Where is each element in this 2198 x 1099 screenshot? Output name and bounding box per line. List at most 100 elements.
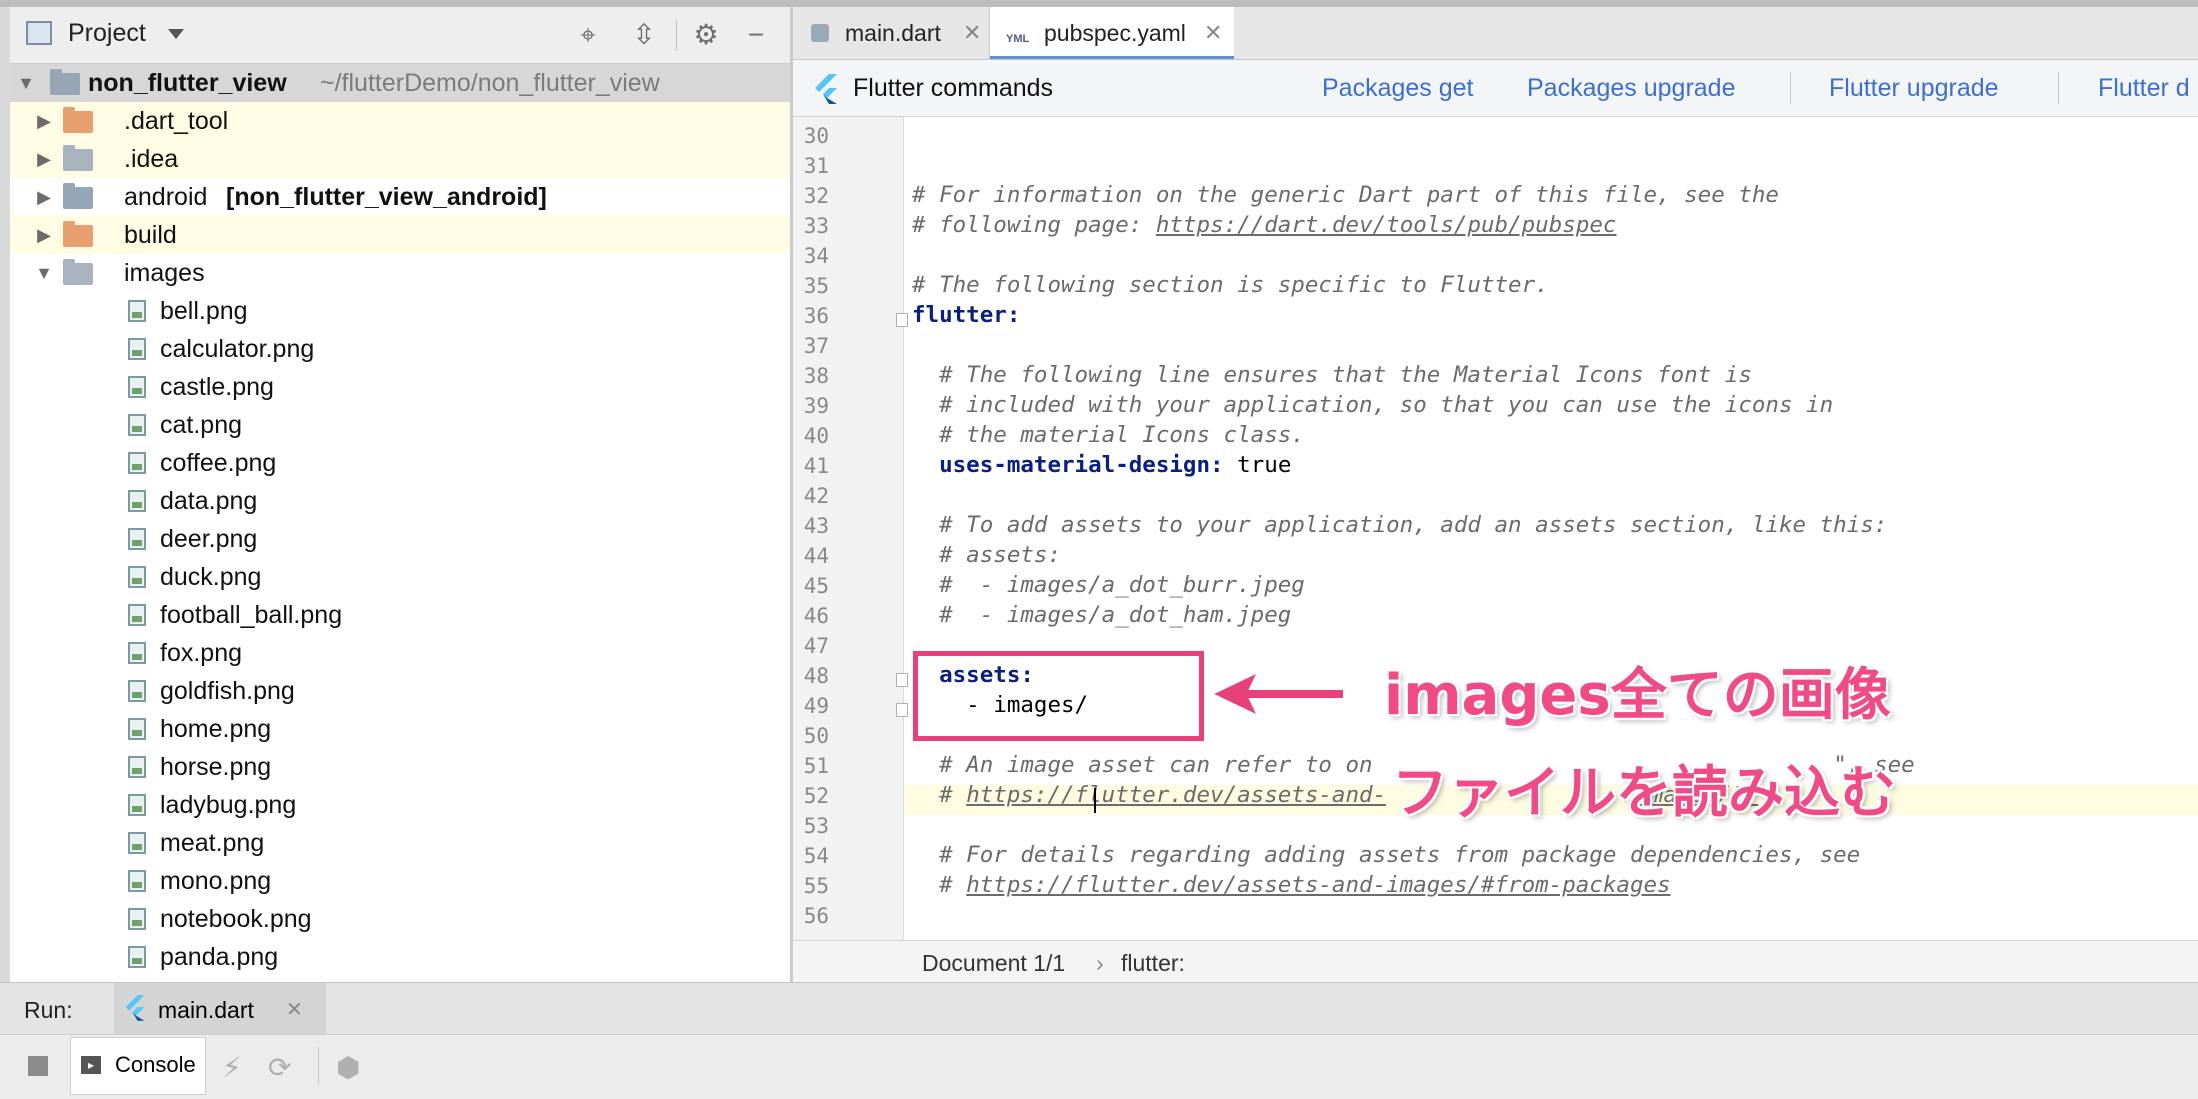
flutter-upgrade-link[interactable]: Flutter upgrade	[1829, 74, 1999, 103]
tree-item-file[interactable]: calculator.png	[10, 330, 790, 368]
line-number: 47	[803, 634, 829, 658]
packages-upgrade-link[interactable]: Packages upgrade	[1527, 74, 1735, 103]
tree-item-file[interactable]: bell.png	[10, 292, 790, 330]
image-file-icon	[128, 794, 146, 816]
settings-folder-icon	[63, 145, 93, 171]
tree-item-file[interactable]: castle.png	[10, 368, 790, 406]
left-tool-strip	[0, 7, 10, 982]
tree-item-label: build	[124, 221, 177, 249]
fold-marker-icon[interactable]	[896, 313, 908, 327]
image-file-icon	[128, 300, 146, 322]
image-file-icon	[128, 642, 146, 664]
tree-item-android[interactable]: ▶ android [non_flutter_view_android]	[10, 178, 790, 216]
hot-reload-icon[interactable]: ⚡	[222, 1051, 242, 1084]
tree-item-file[interactable]: data.png	[10, 482, 790, 520]
line-number: 44	[803, 544, 829, 568]
fold-marker-icon[interactable]	[896, 673, 908, 687]
code-key: uses-material-design:	[912, 452, 1224, 478]
tree-item-file[interactable]: cat.png	[10, 406, 790, 444]
arrow-left-icon	[1212, 669, 1344, 719]
tree-item-file[interactable]: panda.png	[10, 938, 790, 976]
close-icon[interactable]: ✕	[286, 997, 303, 1022]
chevron-down-icon[interactable]: ▼	[16, 64, 36, 102]
project-panel-header: Project ⌖ ⇳ ⚙ −	[10, 7, 790, 64]
tab-label: pubspec.yaml	[1044, 20, 1186, 46]
editor-tabs: main.dart ✕ YML pubspec.yaml ✕	[793, 7, 2198, 60]
console-tab[interactable]: ▸ Console	[70, 1037, 206, 1095]
tree-item-file[interactable]: goldfish.png	[10, 672, 790, 710]
tree-item-dart-tool[interactable]: ▶ .dart_tool	[10, 102, 790, 140]
hot-restart-icon[interactable]: ⟳	[268, 1051, 291, 1084]
run-tab-main-dart[interactable]: main.dart ✕	[114, 983, 326, 1035]
tree-item-file[interactable]: coffee.png	[10, 444, 790, 482]
flutter-doctor-link[interactable]: Flutter d	[2098, 74, 2190, 103]
code-comment: #	[912, 872, 967, 898]
chevron-down-icon[interactable]	[168, 29, 184, 39]
line-number: 35	[803, 274, 829, 298]
line-number: 43	[803, 514, 829, 538]
image-file-icon	[128, 490, 146, 512]
tree-item-label: .dart_tool	[124, 107, 229, 135]
tree-item-file[interactable]: deer.png	[10, 520, 790, 558]
tree-item-file[interactable]: ladybug.png	[10, 786, 790, 824]
close-icon[interactable]: ✕	[1204, 7, 1222, 59]
tree-item-file[interactable]: football_ball.png	[10, 596, 790, 634]
minimize-icon[interactable]: −	[740, 19, 772, 51]
breadcrumb-flutter[interactable]: flutter:	[1121, 950, 1185, 977]
tree-item-file[interactable]: meat.png	[10, 824, 790, 862]
image-file-icon	[128, 680, 146, 702]
chevron-right-icon[interactable]: ▶	[34, 140, 54, 178]
stop-icon[interactable]	[28, 1056, 48, 1076]
line-number: 55	[803, 874, 829, 898]
tree-item-file[interactable]: duck.png	[10, 558, 790, 596]
line-number: 56	[803, 904, 829, 928]
collapse-all-icon[interactable]: ⇳	[628, 19, 660, 51]
project-view-title[interactable]: Project	[68, 19, 146, 48]
image-file-icon	[128, 566, 146, 588]
code-comment: # the material Icons class.	[912, 422, 1305, 448]
breadcrumb-document[interactable]: Document 1/1	[922, 950, 1065, 977]
code-comment: # For information on the generic Dart pa…	[912, 182, 1779, 208]
fold-marker-icon[interactable]	[896, 703, 908, 717]
line-number: 30	[803, 124, 829, 148]
code-comment: # - images/a_dot_burr.jpeg	[912, 572, 1305, 598]
tree-item-label: coffee.png	[160, 449, 277, 477]
chevron-down-icon[interactable]: ▼	[34, 254, 54, 292]
breadcrumb-separator: ›	[1096, 950, 1104, 976]
editor-breadcrumb: Document 1/1 › flutter:	[793, 940, 2198, 983]
chevron-right-icon[interactable]: ▶	[34, 178, 54, 216]
tab-main-dart[interactable]: main.dart ✕	[793, 7, 990, 59]
image-file-icon	[128, 414, 146, 436]
tree-item-label: fox.png	[160, 639, 243, 667]
image-file-icon	[128, 832, 146, 854]
chevron-right-icon[interactable]: ▶	[34, 102, 54, 140]
code-comment: # An image asset can refer to on	[912, 752, 1373, 778]
tree-item-file[interactable]: horse.png	[10, 748, 790, 786]
packages-get-link[interactable]: Packages get	[1322, 74, 1474, 103]
tree-item-file[interactable]: home.png	[10, 710, 790, 748]
tree-item-file[interactable]: notebook.png	[10, 900, 790, 938]
code-comment: # following page:	[912, 212, 1156, 238]
devtools-icon[interactable]: ⬢	[336, 1051, 360, 1084]
line-number: 33	[803, 214, 829, 238]
chevron-right-icon[interactable]: ▶	[34, 216, 54, 254]
tree-item-file[interactable]: mono.png	[10, 862, 790, 900]
code-comment: # assets:	[912, 542, 1062, 568]
flutter-logo-icon	[815, 74, 837, 104]
run-tab-label: main.dart	[158, 997, 254, 1023]
tree-root-item[interactable]: ▼ non_flutter_view ~/flutterDemo/non_flu…	[10, 64, 790, 102]
tree-item-label: .idea	[124, 145, 179, 173]
line-number: 39	[803, 394, 829, 418]
tree-item-file[interactable]: fox.png	[10, 634, 790, 672]
tree-item-idea[interactable]: ▶ .idea	[10, 140, 790, 178]
project-panel: Project ⌖ ⇳ ⚙ − ▼ non_flutter_view ~/flu…	[10, 7, 790, 982]
tree-item-build[interactable]: ▶ build	[10, 216, 790, 254]
tree-item-images[interactable]: ▼ images	[10, 254, 790, 292]
locate-icon[interactable]: ⌖	[572, 19, 604, 51]
tab-pubspec-yaml[interactable]: YML pubspec.yaml ✕	[990, 7, 1234, 59]
gear-icon[interactable]: ⚙	[690, 19, 722, 51]
flutter-commands-title: Flutter commands	[853, 74, 1054, 102]
line-number: 40	[803, 424, 829, 448]
close-icon[interactable]: ✕	[963, 7, 981, 59]
line-number: 50	[803, 724, 829, 748]
